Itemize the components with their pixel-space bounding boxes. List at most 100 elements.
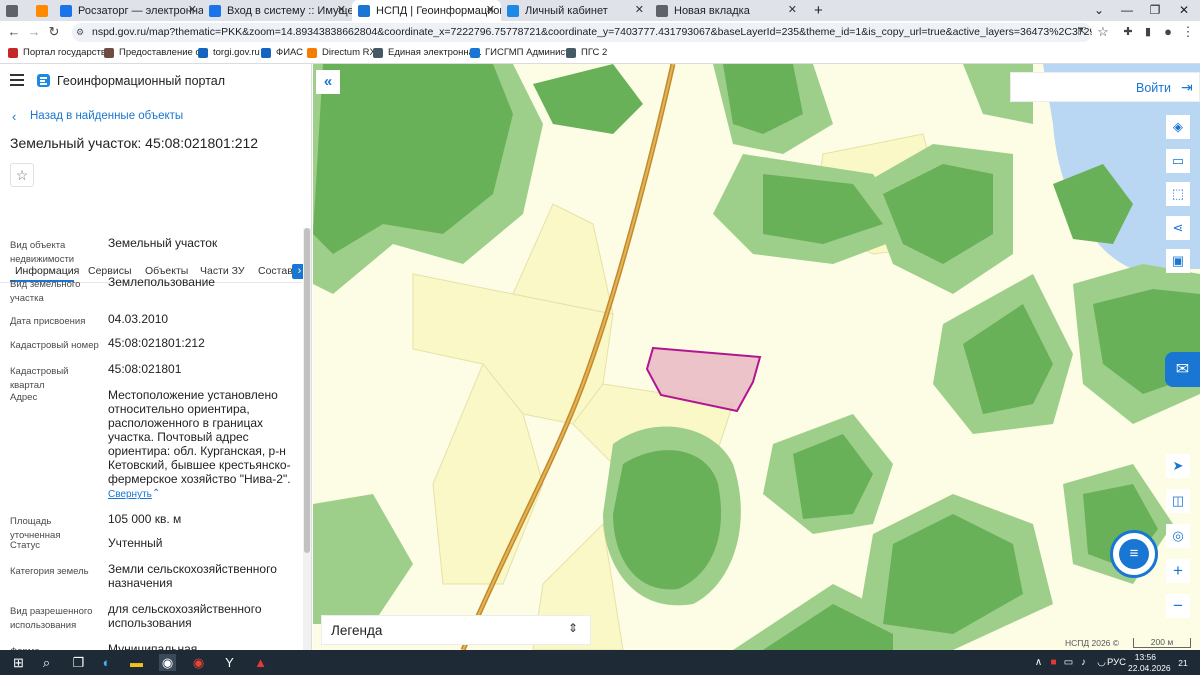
browser-tab-3[interactable]: Вход в систему :: Имущественн✕: [203, 0, 352, 21]
bookmark-favicon-icon: [8, 47, 18, 58]
close-tab-icon[interactable]: ✕: [486, 3, 495, 16]
login-link[interactable]: Войти: [1136, 81, 1171, 95]
close-tab-icon[interactable]: ✕: [635, 3, 644, 16]
scrollbar-thumb[interactable]: [304, 228, 310, 553]
bookmark-item[interactable]: Единая электронна...: [373, 47, 482, 58]
geolocation-icon[interactable]: ➤: [1166, 454, 1190, 478]
bookmark-star-icon[interactable]: ☆: [1095, 24, 1111, 40]
profile-icon[interactable]: ●: [1160, 24, 1176, 40]
site-info-icon[interactable]: ⚙: [76, 23, 84, 42]
minimap-icon[interactable]: ◫: [1166, 489, 1190, 513]
bookmark-item[interactable]: ГИСГМП Админист...: [470, 47, 576, 58]
hamburger-menu-icon[interactable]: [10, 74, 24, 86]
field-label: Кадастровый номер: [10, 340, 99, 351]
bookmark-favicon-icon: [104, 47, 114, 58]
url-text: nspd.gov.ru/map?thematic=PKK&zoom=14.893…: [92, 26, 1092, 38]
language-indicator[interactable]: РУС: [1107, 657, 1126, 668]
login-bar: Войти ⇥: [1010, 72, 1200, 102]
support-chat-button[interactable]: ≡: [1110, 530, 1158, 578]
browser-tab-6[interactable]: Новая вкладка ✕: [650, 0, 803, 21]
panel-scrollbar[interactable]: [303, 228, 311, 650]
forward-button[interactable]: →: [26, 24, 42, 40]
close-tab-icon[interactable]: ✕: [188, 3, 197, 16]
address-bar-row: ← → ↻ ⚙ nspd.gov.ru/map?thematic=PKK&zoo…: [0, 21, 1200, 44]
chat-lines-icon: ≡: [1119, 539, 1149, 569]
field-value: Местоположение установлено относительно …: [108, 388, 291, 486]
share-icon[interactable]: ⇱: [1074, 24, 1090, 40]
bookmark-item[interactable]: Directum RX: [307, 47, 376, 58]
bookmark-item[interactable]: Предоставление с...: [104, 47, 208, 58]
edge-icon[interactable]: ◐: [98, 654, 115, 671]
browser-tab-title: Новая вкладка: [674, 4, 750, 17]
map-canvas[interactable]: « Войти ⇥ ◈ ▭ ⬚ ⋖ ▣ ✉ ➤ ◫ ◎ + − ≡ Легенд…: [313, 64, 1200, 650]
bookmark-label: Единая электронна...: [388, 47, 482, 58]
bookmark-item[interactable]: Портал государств...: [8, 47, 114, 58]
minimize-button[interactable]: —: [1113, 0, 1141, 21]
back-button[interactable]: ←: [6, 24, 22, 40]
select-area-icon[interactable]: ⬚: [1166, 182, 1190, 206]
tab-0[interactable]: Информация: [15, 265, 79, 277]
ruler-icon[interactable]: ▭: [1166, 149, 1190, 173]
maximize-button[interactable]: ❐: [1141, 0, 1169, 21]
chrome-icon: [656, 4, 668, 17]
share-link-icon[interactable]: ⋖: [1166, 216, 1190, 240]
pdf-reader-icon[interactable]: ▲: [252, 654, 269, 671]
tab-search-button[interactable]: ⌄: [1085, 0, 1113, 21]
new-tab-button[interactable]: +: [808, 0, 828, 21]
sidepanel-icon[interactable]: ▮: [1140, 24, 1156, 40]
close-tab-icon[interactable]: ✕: [337, 3, 346, 16]
volume-icon[interactable]: ♪: [1075, 654, 1092, 671]
compass-icon[interactable]: ◎: [1166, 524, 1190, 548]
browser-tab-5[interactable]: Личный кабинет ✕: [501, 0, 650, 21]
notification-center-icon[interactable]: 21: [1175, 655, 1191, 671]
browser-tab-4[interactable]: НСПД | Геоинформационный п✕: [352, 0, 501, 21]
bookmark-item[interactable]: ФИАС: [261, 47, 303, 58]
bookmark-item[interactable]: ПГС 2: [566, 47, 607, 58]
portal-title: Геоинформационный портал: [57, 74, 226, 88]
field-label: Дата присвоения: [10, 316, 86, 327]
browser-tab-1[interactable]: [30, 0, 54, 21]
search-icon[interactable]: ⌕: [38, 654, 55, 671]
task-view-icon[interactable]: ❐: [70, 654, 87, 671]
yandex-icon[interactable]: Y: [221, 654, 238, 671]
zoom-in-button[interactable]: +: [1166, 559, 1190, 583]
menu-icon[interactable]: ⋮: [1180, 24, 1196, 40]
bookmark-tab-icon: [36, 4, 48, 17]
copyright-text: НСПД 2026 ©: [1065, 638, 1120, 648]
bookmark-favicon-icon: [261, 47, 271, 58]
login-icon[interactable]: ⇥: [1181, 79, 1193, 96]
extensions-icon[interactable]: ✚: [1120, 24, 1136, 40]
legend-panel[interactable]: Легенда ⇕: [321, 615, 591, 645]
field-label: Кадастровый квартал: [10, 366, 69, 391]
map-layer[interactable]: [313, 64, 1200, 650]
zoom-out-button[interactable]: −: [1166, 594, 1190, 618]
expand-legend-icon[interactable]: ⇕: [568, 621, 578, 635]
close-tab-icon[interactable]: ✕: [788, 3, 797, 16]
close-window-button[interactable]: ✕: [1170, 0, 1198, 21]
collapse-address-link[interactable]: Свернуть: [108, 489, 152, 500]
layers-icon[interactable]: ◈: [1166, 115, 1190, 139]
bookmark-label: Предоставление с...: [119, 47, 209, 58]
windows-start-icon[interactable]: ⊞: [10, 654, 27, 671]
reload-button[interactable]: ↻: [46, 24, 62, 40]
bookmark-favicon-icon: [198, 47, 208, 58]
favorite-star-button[interactable]: ☆: [10, 163, 34, 187]
browser-tab-0[interactable]: [0, 0, 30, 21]
chat-assistant-icon[interactable]: ✉: [1165, 352, 1200, 387]
url-field[interactable]: ⚙ nspd.gov.ru/map?thematic=PKK&zoom=14.8…: [72, 23, 1092, 42]
chevron-left-icon[interactable]: ‹: [12, 109, 16, 124]
back-to-results-link[interactable]: Назад в найденные объекты: [30, 110, 183, 122]
chrome-grey-icon[interactable]: ◉: [159, 654, 176, 671]
browser-tab-2[interactable]: Росзаторг — электронная торг✕: [54, 0, 203, 21]
field-value: Учтенный: [108, 536, 163, 550]
globe-icon: [60, 4, 72, 17]
explorer-icon[interactable]: ▬: [128, 654, 145, 671]
field-value: для сельскохозяйственного использования: [108, 602, 262, 630]
chevron-up-icon[interactable]: ⌃: [152, 488, 160, 499]
print-icon[interactable]: ▣: [1166, 249, 1190, 273]
chrome-icon[interactable]: ◉: [190, 654, 207, 671]
collapse-panel-button[interactable]: «: [316, 70, 340, 94]
bookmark-item[interactable]: torgi.gov.ru: [198, 47, 260, 58]
field-value: 04.03.2010: [108, 312, 169, 326]
bookmark-favicon-icon: [307, 47, 317, 58]
